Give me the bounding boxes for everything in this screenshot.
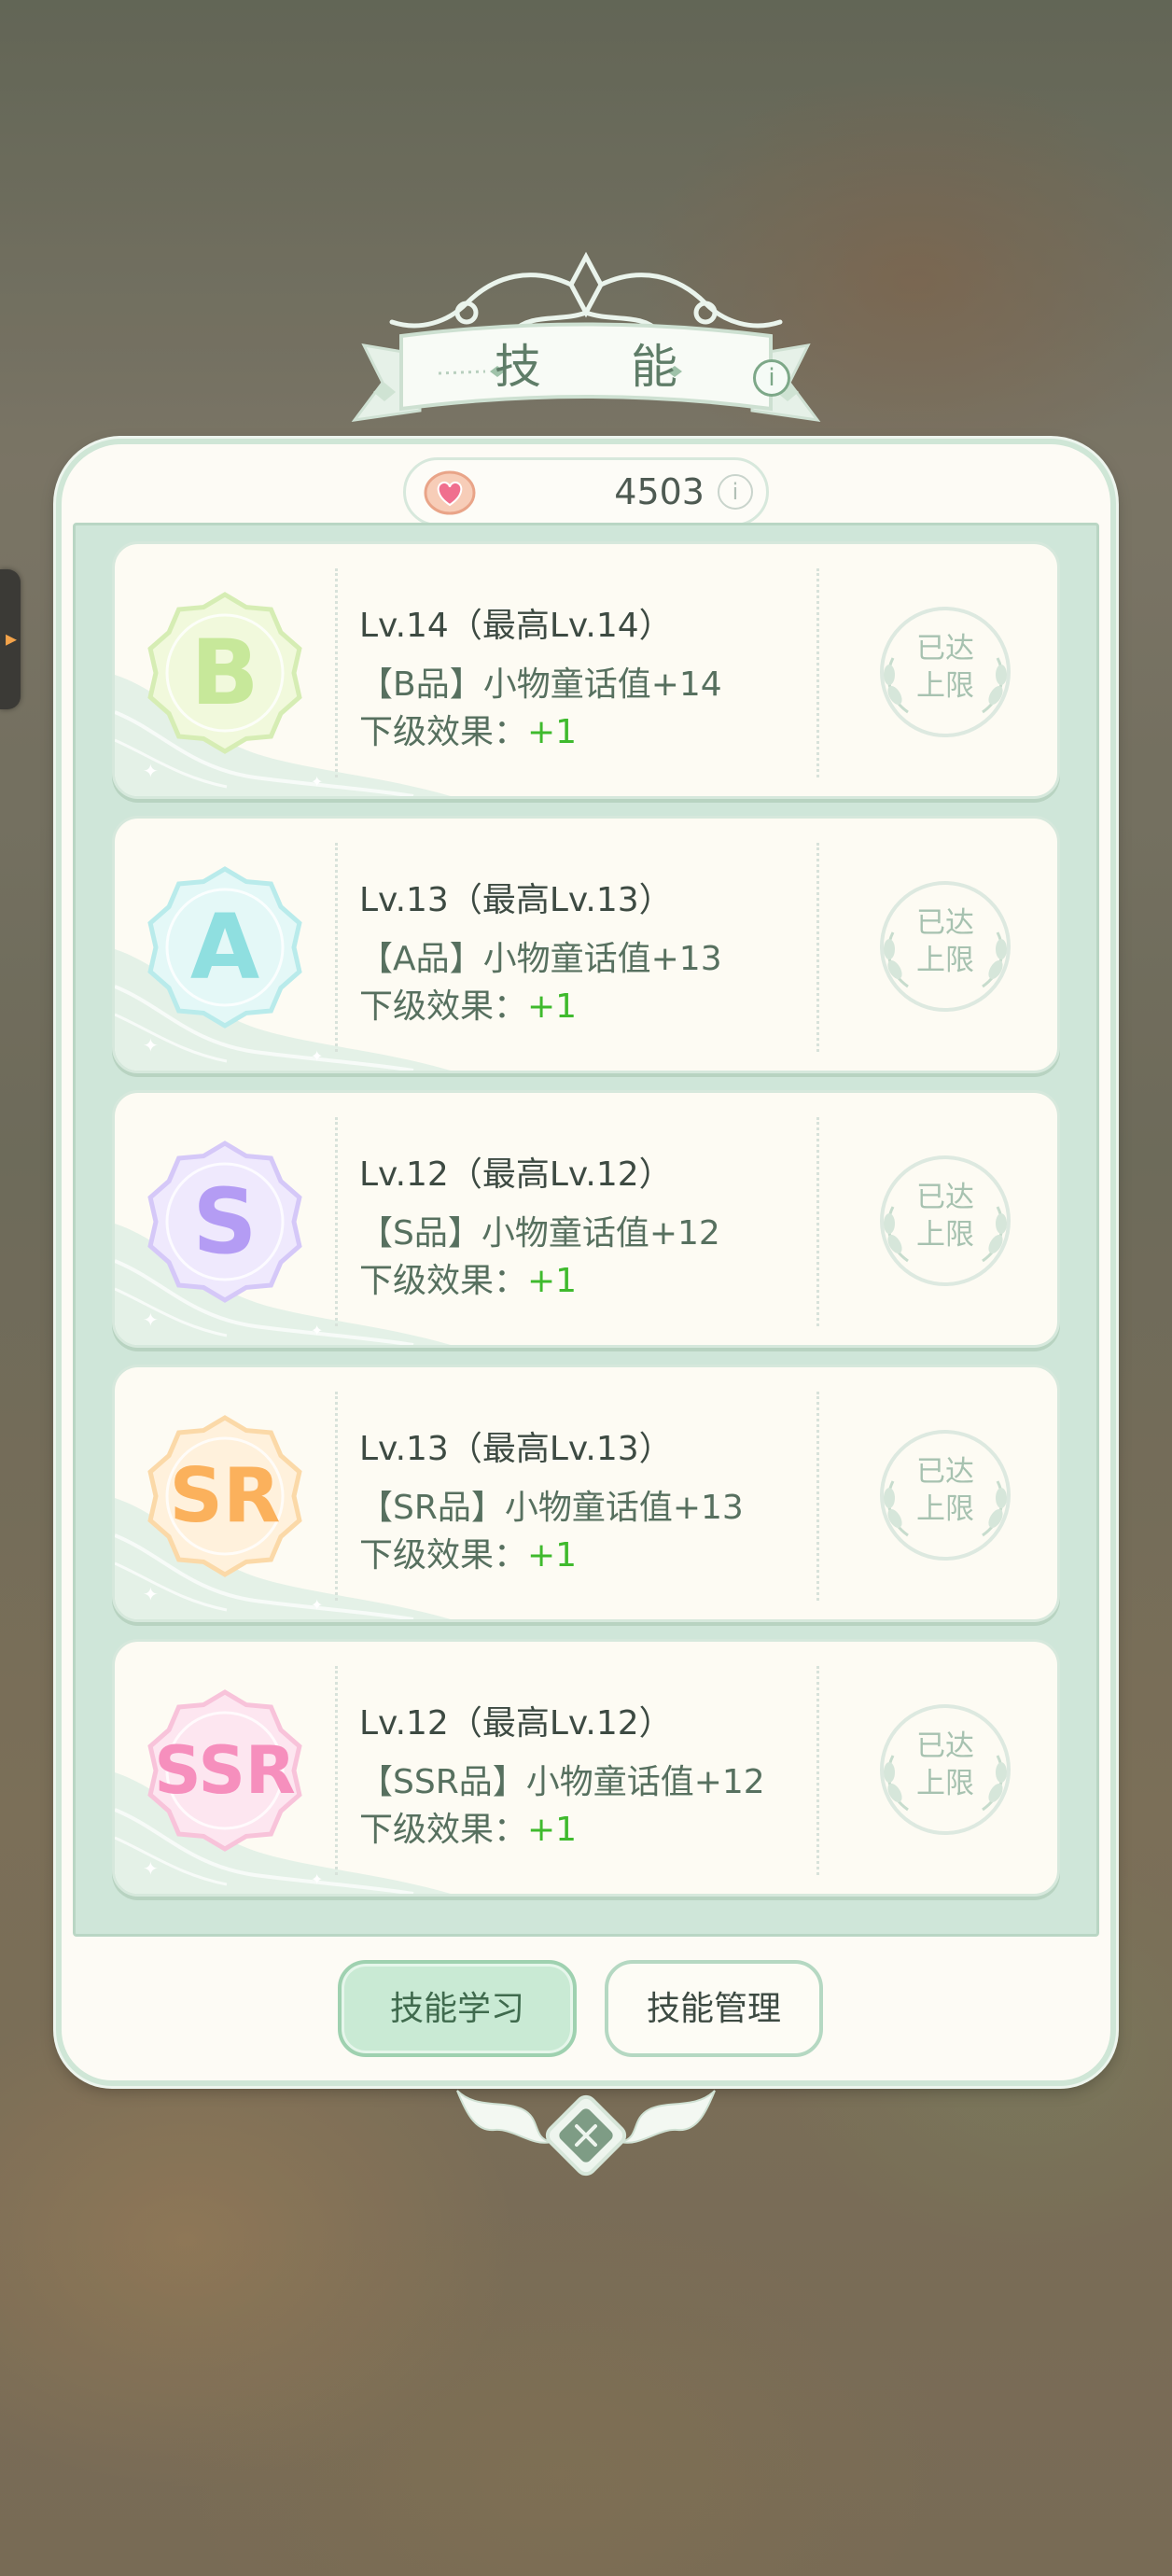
grade-badge: A — [143, 865, 307, 1029]
max-level-text: 已达 上限 — [871, 1453, 1020, 1528]
next-effect-label: 下级效果： — [359, 987, 528, 1026]
currency-bar: 4503 i — [403, 457, 769, 526]
card-divider — [335, 1392, 338, 1601]
max-level-line2: 上限 — [916, 1218, 974, 1252]
skill-effect: 【SR品】小物童话值+13 — [359, 1489, 744, 1527]
next-effect-value: +1 — [527, 987, 578, 1026]
card-divider — [816, 1117, 819, 1326]
close-icon[interactable] — [539, 2089, 633, 2182]
grade-badge: B — [143, 591, 307, 755]
max-level-text: 已达 上限 — [871, 630, 1020, 705]
next-effect-label: 下级效果： — [359, 1536, 528, 1575]
max-level-line1: 已达 — [916, 632, 974, 665]
next-effect-value: +1 — [527, 1811, 578, 1849]
svg-text:✦: ✦ — [143, 1309, 159, 1331]
max-level-text: 已达 上限 — [871, 1179, 1020, 1253]
card-divider — [816, 568, 819, 777]
card-divider — [335, 843, 338, 1052]
grade-badge: SSR — [143, 1688, 307, 1853]
svg-text:✦: ✦ — [311, 1322, 323, 1339]
grade-letter: B — [190, 621, 259, 725]
skill-effect: 【SSR品】小物童话值+12 — [359, 1763, 765, 1801]
skill-level: Lv.13（最高Lv.13） — [359, 881, 673, 919]
grade-letter: A — [189, 895, 260, 1000]
next-level-effect: 下级效果：+1 — [359, 979, 577, 1028]
max-level-stamp: 已达 上限 — [871, 1151, 1020, 1291]
skill-level: Lv.12（最高Lv.12） — [359, 1155, 673, 1194]
skill-learn-button[interactable]: 技能学习 — [338, 1960, 577, 2057]
max-level-text: 已达 上限 — [871, 1728, 1020, 1802]
next-effect-label: 下级效果： — [359, 1811, 528, 1849]
svg-text:✦: ✦ — [311, 773, 323, 791]
skill-level: Lv.13（最高Lv.13） — [359, 1430, 673, 1468]
skill-effect: 【A品】小物童话值+13 — [359, 940, 722, 978]
card-divider — [335, 568, 338, 777]
max-level-line1: 已达 — [916, 1181, 974, 1214]
currency-value: 4503 — [614, 471, 705, 512]
max-level-text: 已达 上限 — [871, 904, 1020, 979]
chevron-right-icon: ▸ — [6, 625, 18, 651]
svg-text:✦: ✦ — [311, 1870, 323, 1888]
grade-badge: S — [143, 1140, 307, 1304]
svg-text:✦: ✦ — [311, 1047, 323, 1065]
max-level-stamp: 已达 上限 — [871, 1700, 1020, 1840]
card-divider — [335, 1117, 338, 1326]
max-level-line1: 已达 — [916, 906, 974, 940]
max-level-stamp: 已达 上限 — [871, 876, 1020, 1016]
max-level-line2: 上限 — [916, 669, 974, 703]
skill-card: ✦ ✦ SSR Lv.12（最高Lv.12） 【SSR品】小物童话值+12 下级… — [112, 1639, 1060, 1897]
svg-text:✦: ✦ — [143, 760, 159, 782]
panel-title: 技 能 — [495, 340, 715, 394]
next-level-effect: 下级效果：+1 — [359, 1802, 577, 1851]
skill-level: Lv.12（最高Lv.12） — [359, 1704, 673, 1743]
max-level-stamp: 已达 上限 — [871, 1425, 1020, 1565]
skill-card: ✦ ✦ A Lv.13（最高Lv.13） 【A品】小物童话值+13 下级效果：+… — [112, 816, 1060, 1073]
card-divider — [816, 1392, 819, 1601]
skill-effect: 【S品】小物童话值+12 — [359, 1214, 720, 1253]
currency-info-icon[interactable]: i — [718, 474, 753, 510]
skill-level: Lv.14（最高Lv.14） — [359, 607, 673, 645]
card-divider — [816, 843, 819, 1052]
next-effect-value: +1 — [527, 1262, 578, 1300]
side-drawer-tab[interactable]: ▸ — [0, 569, 21, 709]
max-level-line2: 上限 — [916, 1767, 974, 1800]
skill-effect: 【B品】小物童话值+14 — [359, 665, 722, 704]
next-level-effect: 下级效果：+1 — [359, 1528, 577, 1576]
next-level-effect: 下级效果：+1 — [359, 705, 577, 753]
next-effect-label: 下级效果： — [359, 1262, 528, 1300]
next-effect-label: 下级效果： — [359, 713, 528, 751]
skill-card: ✦ ✦ SR Lv.13（最高Lv.13） 【SR品】小物童话值+13 下级效果… — [112, 1365, 1060, 1622]
skill-card: ✦ ✦ B Lv.14（最高Lv.14） 【B品】小物童话值+14 下级效果：+… — [112, 541, 1060, 799]
next-level-effect: 下级效果：+1 — [359, 1253, 577, 1302]
card-divider — [335, 1666, 338, 1875]
max-level-line2: 上限 — [916, 944, 974, 977]
max-level-line2: 上限 — [916, 1492, 974, 1526]
heart-shell-icon — [424, 470, 476, 515]
svg-text:✦: ✦ — [311, 1596, 323, 1614]
card-divider — [816, 1666, 819, 1875]
grade-badge: SR — [143, 1414, 307, 1578]
next-effect-value: +1 — [527, 713, 578, 751]
skill-manage-button[interactable]: 技能管理 — [605, 1960, 823, 2057]
max-level-line1: 已达 — [916, 1455, 974, 1489]
max-level-line1: 已达 — [916, 1729, 974, 1763]
grade-letter: SR — [169, 1452, 281, 1539]
svg-text:✦: ✦ — [143, 1857, 159, 1880]
max-level-stamp: 已达 上限 — [871, 602, 1020, 742]
grade-letter: SSR — [154, 1732, 296, 1809]
svg-text:✦: ✦ — [143, 1034, 159, 1057]
title-info-icon[interactable]: i — [753, 359, 790, 397]
grade-letter: S — [192, 1169, 258, 1274]
next-effect-value: +1 — [527, 1536, 578, 1575]
skill-card: ✦ ✦ S Lv.12（最高Lv.12） 【S品】小物童话值+12 下级效果：+… — [112, 1090, 1060, 1348]
svg-text:✦: ✦ — [143, 1583, 159, 1605]
